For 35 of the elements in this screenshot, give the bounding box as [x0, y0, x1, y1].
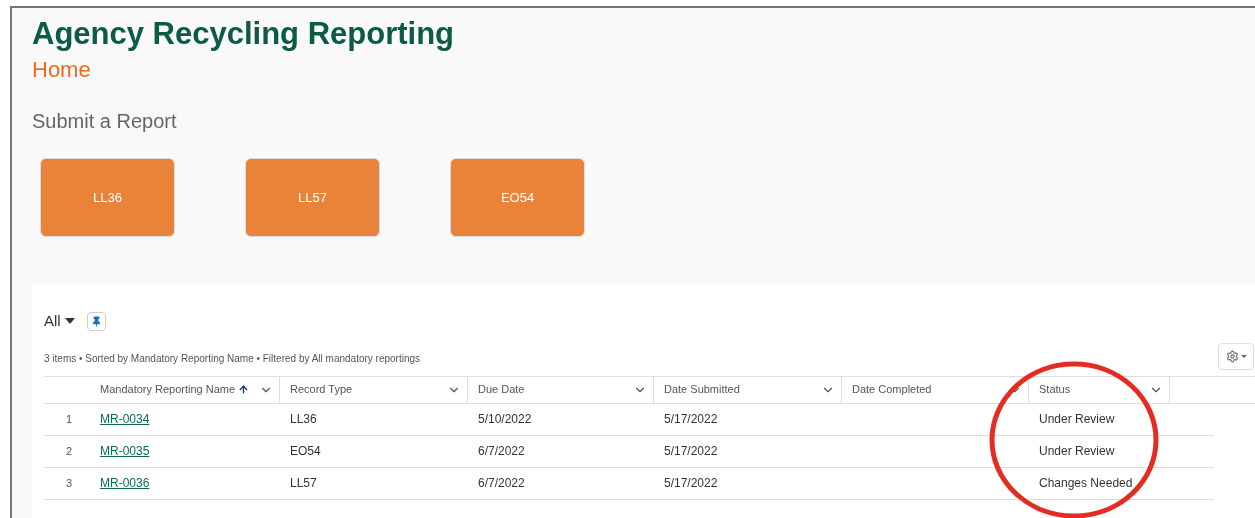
record-link[interactable]: MR-0034: [100, 412, 150, 426]
row-number: 1: [64, 411, 74, 427]
column-header[interactable]: Date Submitted: [654, 376, 842, 403]
table-cell: Changes Needed: [1039, 476, 1133, 490]
column-header[interactable]: Date Completed: [842, 376, 1029, 403]
table-cell: EO54: [290, 444, 321, 458]
row-number: 3: [64, 475, 74, 491]
table-cell: 5/10/2022: [478, 412, 532, 426]
table-cell: Under Review: [1039, 412, 1115, 426]
table-cell: 5/17/2022: [664, 412, 718, 426]
page-title: Home: [32, 56, 91, 84]
section-title: Submit a Report: [32, 109, 177, 134]
column-header[interactable]: Mandatory Reporting Name: [90, 376, 280, 403]
table-cell: 5/17/2022: [664, 444, 718, 458]
app-title: Agency Recycling Reporting: [32, 16, 455, 52]
caret-icon: [64, 318, 75, 325]
table-cell: 6/7/2022: [478, 476, 525, 490]
column-header[interactable]: Due Date: [468, 376, 654, 403]
row-number: 2: [64, 443, 74, 459]
pin-icon: [90, 315, 102, 327]
gear-icon: [1225, 349, 1239, 363]
record-link[interactable]: MR-0035: [100, 444, 150, 458]
list-summary: 3 items • Sorted by Mandatory Reporting Name • Filtered by All mandatory reportings: [44, 351, 421, 366]
column-header[interactable]: Status: [1029, 376, 1170, 403]
table-cell: LL57: [290, 476, 317, 490]
table-cell: 5/17/2022: [664, 476, 718, 490]
table-cell: LL36: [290, 412, 317, 426]
caret-icon: [1240, 354, 1247, 358]
table-cell: Under Review: [1039, 444, 1115, 458]
list-view-dropdown[interactable]: All: [44, 310, 75, 333]
column-header[interactable]: Record Type: [280, 376, 468, 403]
settings-button[interactable]: [1218, 342, 1254, 370]
table-cell: 6/7/2022: [478, 444, 525, 458]
record-link[interactable]: MR-0036: [100, 476, 150, 490]
pin-button[interactable]: [86, 311, 106, 331]
